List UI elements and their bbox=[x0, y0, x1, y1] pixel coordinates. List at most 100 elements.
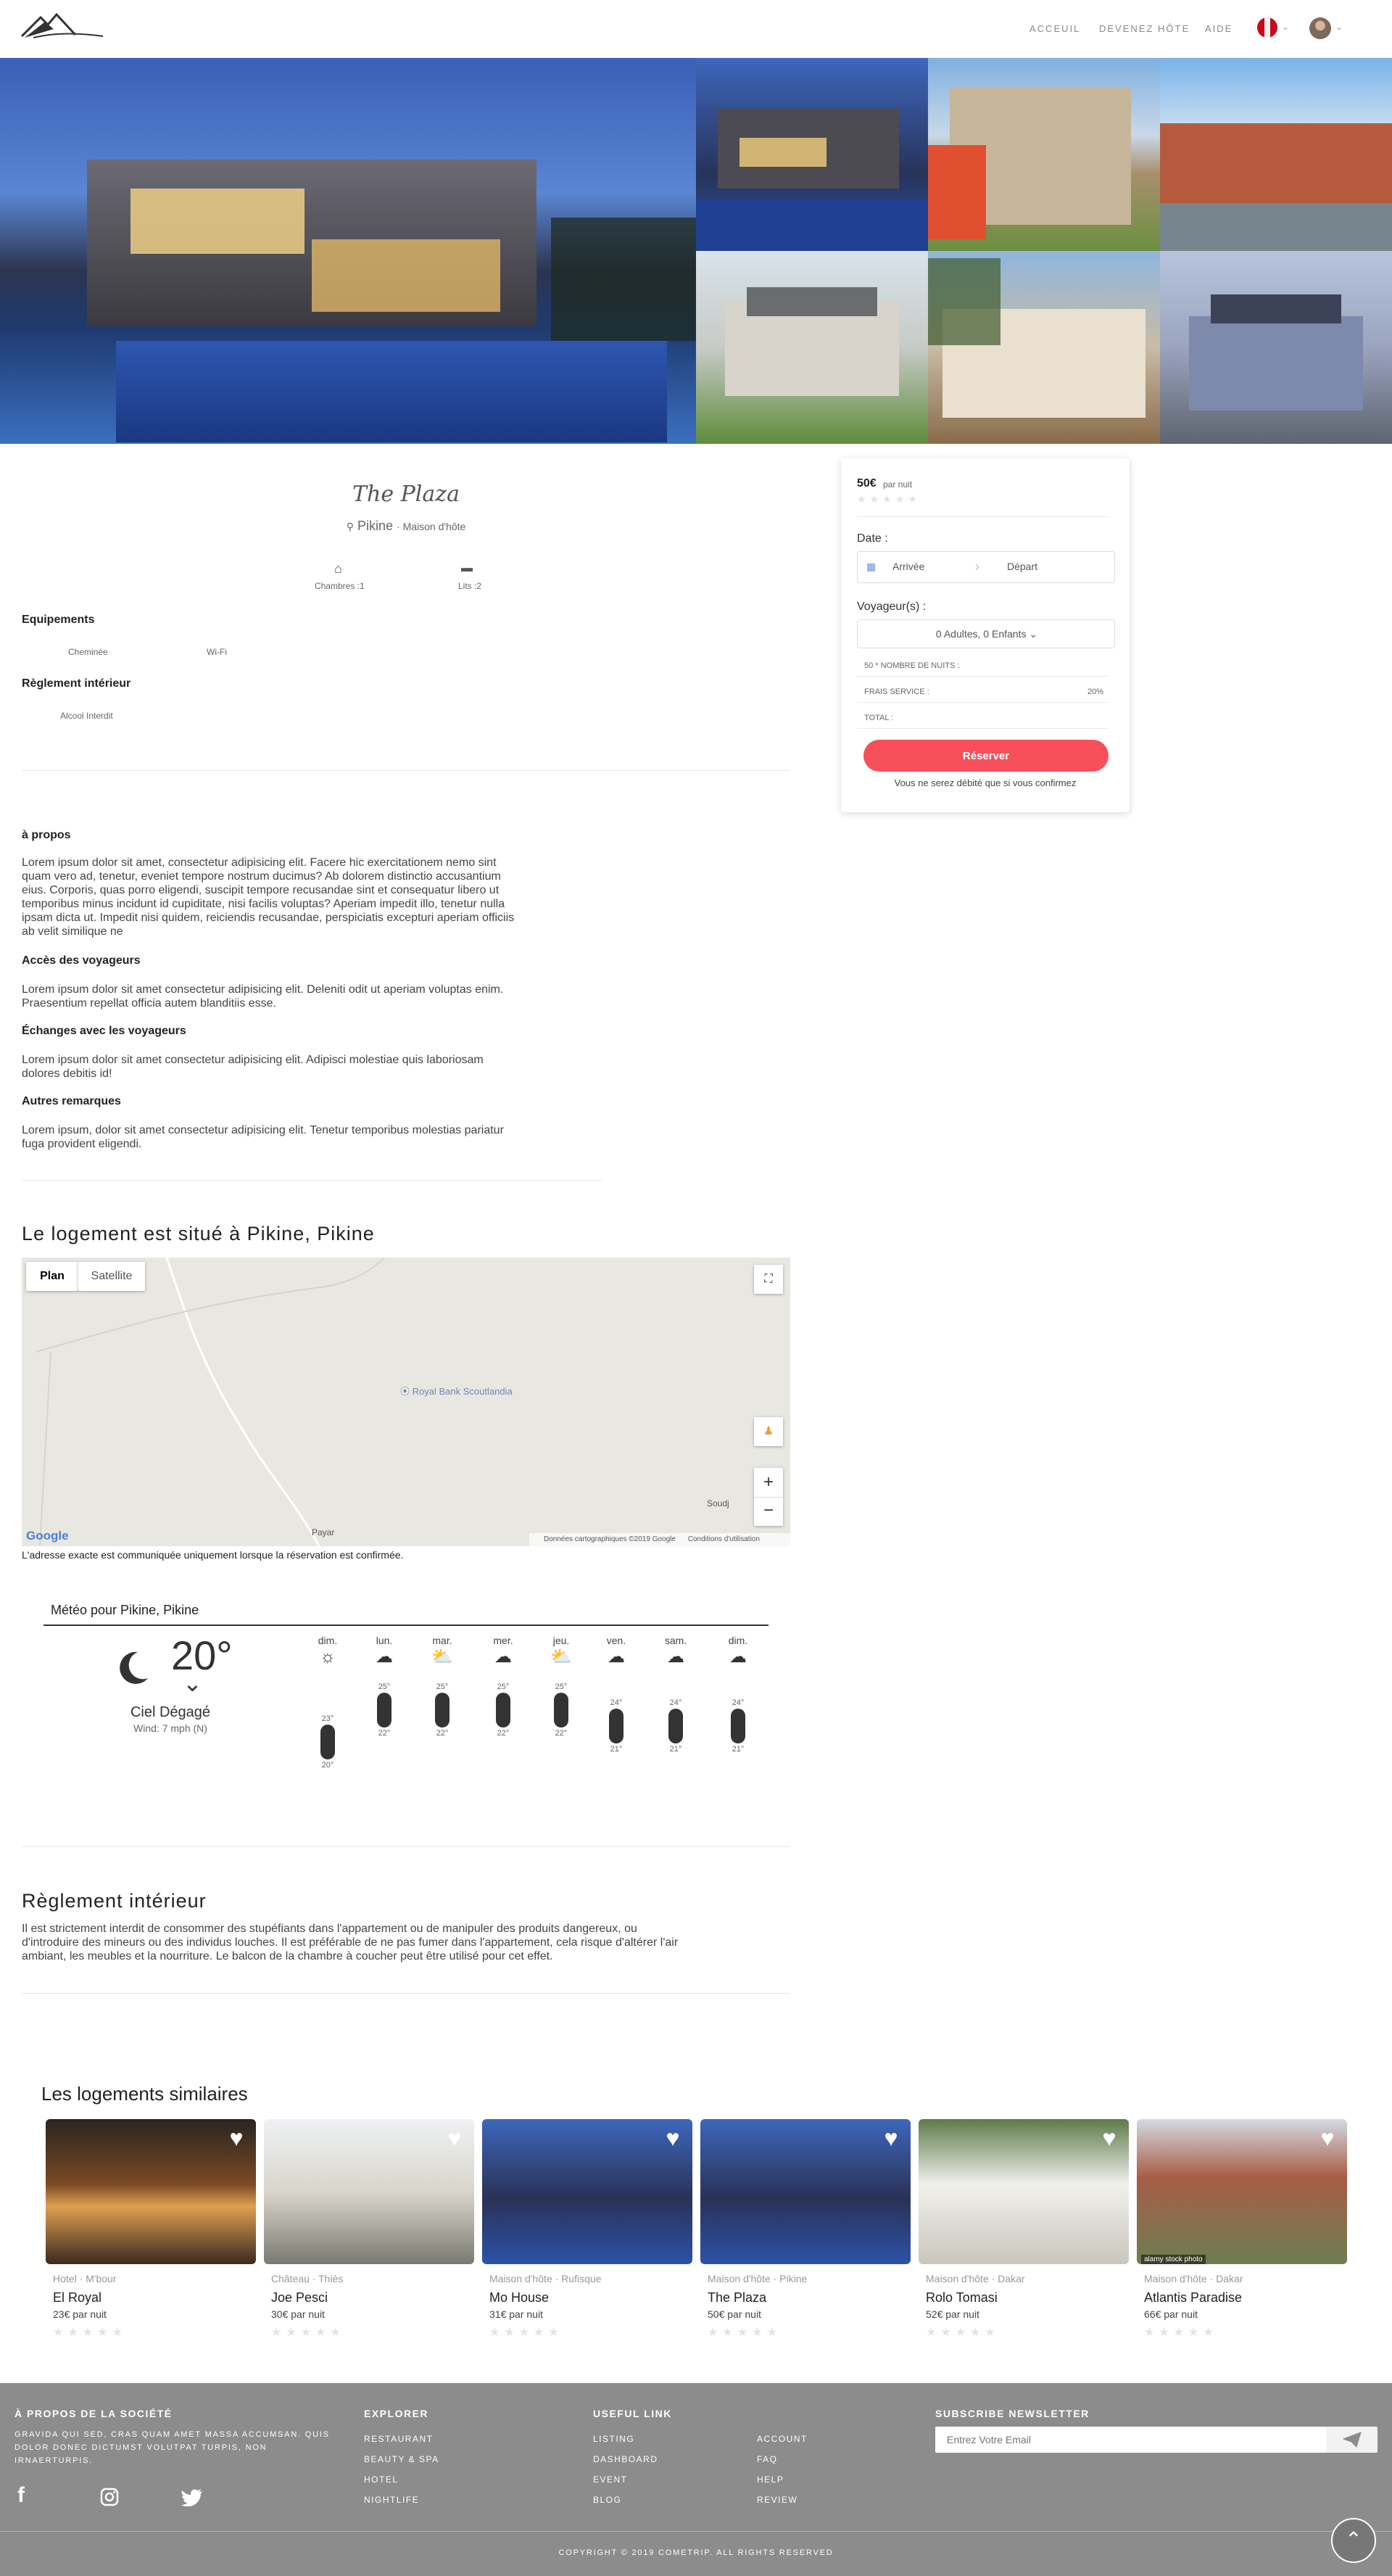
listing-photo[interactable]: ♥ bbox=[46, 2119, 256, 2264]
date-label: Date : bbox=[857, 532, 888, 545]
footer-link[interactable]: REVIEW bbox=[757, 2495, 798, 2505]
newsletter-submit-button[interactable] bbox=[1327, 2427, 1378, 2453]
forecast-day: dim. bbox=[728, 1635, 748, 1646]
footer-link[interactable]: NIGHTLIFE bbox=[364, 2495, 419, 2505]
chevron-down-icon[interactable]: ⌄ bbox=[1335, 22, 1343, 32]
nav-home[interactable]: ACCEUIL bbox=[1030, 23, 1080, 34]
map-poi[interactable]: ⦿ Royal Bank Scoutlandia bbox=[400, 1384, 513, 1398]
fullscreen-icon[interactable]: ⛶ bbox=[754, 1265, 783, 1294]
footer-link[interactable]: ACCOUNT bbox=[757, 2434, 808, 2444]
moon-cloud-icon: ☁ bbox=[729, 1647, 747, 1667]
moon-icon bbox=[120, 1651, 148, 1684]
footer-link[interactable]: LISTING bbox=[593, 2434, 634, 2444]
map-pin-icon: ⦿ bbox=[400, 1386, 410, 1397]
forecast-range-bar bbox=[320, 1725, 335, 1759]
map[interactable]: Plan Satellite ⛶ ⦿ Royal Bank Scoutlandi… bbox=[22, 1258, 790, 1546]
gallery-photo[interactable] bbox=[928, 58, 1160, 251]
listing-name[interactable]: Rolo Tomasi bbox=[926, 2290, 998, 2305]
footer-explorer-title: EXPLORER bbox=[364, 2408, 429, 2419]
avatar[interactable] bbox=[1309, 17, 1331, 39]
booking-card: 50€ par nuit ★★★★★ Date : ▦ Arrivée › Dé… bbox=[841, 458, 1130, 812]
footer-link[interactable]: HELP bbox=[757, 2474, 784, 2485]
listing-card[interactable]: ♥ alamy stock photo Maison d'hôte · Dakar A… bbox=[1137, 2119, 1347, 2344]
zoom-control: + − bbox=[754, 1468, 783, 1526]
forecast-day: sam. bbox=[664, 1635, 687, 1646]
listing-price: 52€ par nuit bbox=[926, 2308, 979, 2320]
zoom-in-icon[interactable]: + bbox=[754, 1468, 783, 1497]
scroll-top-button[interactable]: ⌃ bbox=[1331, 2518, 1376, 2563]
pegman-icon[interactable]: ♟ bbox=[754, 1417, 783, 1446]
listing-card[interactable]: ♥ Maison d'hôte · Pikine The Plaza 50€ par … bbox=[700, 2119, 911, 2344]
listing-name[interactable]: Atlantis Paradise bbox=[1144, 2290, 1242, 2305]
listing-name[interactable]: Mo House bbox=[489, 2290, 549, 2305]
forecast-high: 25° bbox=[555, 1683, 568, 1691]
listing-name[interactable]: The Plaza bbox=[708, 2290, 766, 2305]
listing-photo[interactable]: ♥ bbox=[264, 2119, 474, 2264]
language-flag-icon[interactable] bbox=[1257, 17, 1277, 38]
listing-name[interactable]: Joe Pesci bbox=[271, 2290, 328, 2305]
heart-icon[interactable]: ♥ bbox=[879, 2126, 903, 2150]
listing-photo[interactable]: ♥ alamy stock photo bbox=[1137, 2119, 1347, 2264]
map-satellite-button[interactable]: Satellite bbox=[78, 1262, 145, 1291]
map-plan-button[interactable]: Plan bbox=[26, 1262, 78, 1291]
divider bbox=[857, 516, 1109, 517]
facebook-icon[interactable]: f bbox=[17, 2483, 25, 2508]
footer-link[interactable]: BLOG bbox=[593, 2495, 621, 2505]
main-photo[interactable] bbox=[0, 58, 696, 444]
date-range-field[interactable]: ▦ Arrivée › Départ bbox=[857, 551, 1115, 583]
heart-icon[interactable]: ♥ bbox=[442, 2126, 467, 2150]
listing-category: Château · Thiès bbox=[271, 2273, 344, 2284]
chevron-down-icon[interactable]: ⌄ bbox=[1282, 22, 1289, 32]
rating-stars: ★★★★★ bbox=[857, 493, 921, 505]
heart-icon[interactable]: ♥ bbox=[1097, 2126, 1122, 2150]
rule-item: Alcool Interdit bbox=[60, 711, 113, 721]
footer-link[interactable]: DASHBOARD bbox=[593, 2454, 658, 2464]
heart-icon[interactable]: ♥ bbox=[1315, 2126, 1340, 2150]
footer-link[interactable]: FAQ bbox=[757, 2454, 778, 2464]
arrival-input[interactable]: Arrivée bbox=[892, 561, 924, 572]
departure-input[interactable]: Départ bbox=[1007, 561, 1037, 572]
map-terms-link[interactable]: Conditions d'utilisation bbox=[688, 1535, 760, 1543]
forecast-low: 21° bbox=[610, 1745, 623, 1754]
footer-link[interactable]: EVENT bbox=[593, 2474, 628, 2485]
fee-value: 20% bbox=[1088, 688, 1104, 696]
forecast-low: 22° bbox=[378, 1729, 391, 1738]
map-place: Soudj bbox=[707, 1498, 729, 1508]
photo-gallery bbox=[0, 58, 1392, 444]
instagram-icon[interactable] bbox=[100, 2488, 119, 2506]
listing-card[interactable]: ♥ Hotel · M'bour El Royal 23€ par nuit ★★★★★ bbox=[46, 2119, 256, 2344]
listing-price: 23€ par nuit bbox=[53, 2308, 107, 2320]
gallery-photo[interactable] bbox=[696, 58, 928, 251]
mountain-logo-icon[interactable] bbox=[19, 10, 106, 42]
listing-photo[interactable]: ♥ bbox=[482, 2119, 692, 2264]
reserve-button[interactable]: Réserver bbox=[863, 740, 1109, 772]
gallery-photo[interactable] bbox=[928, 251, 1160, 444]
listing-card[interactable]: ♥ Château · Thiès Joe Pesci 30€ par nuit ★★★… bbox=[264, 2119, 474, 2344]
gallery-photo[interactable] bbox=[1160, 58, 1392, 251]
price: 50€ bbox=[857, 477, 877, 490]
listing-card[interactable]: ♥ Maison d'hôte · Dakar Rolo Tomasi 52€ par… bbox=[919, 2119, 1129, 2344]
heart-icon[interactable]: ♥ bbox=[660, 2126, 685, 2150]
nav-help[interactable]: AIDE bbox=[1205, 23, 1232, 34]
zoom-out-icon[interactable]: − bbox=[754, 1497, 783, 1526]
footer-link[interactable]: RESTAURANT bbox=[364, 2434, 433, 2444]
listing-photo[interactable]: ♥ bbox=[700, 2119, 911, 2264]
divider bbox=[857, 728, 1109, 729]
listing-card[interactable]: ♥ Maison d'hôte · Rufisque Mo House 31€ par… bbox=[482, 2119, 692, 2344]
footer-newsletter-title: SUBSCRIBE NEWSLETTER bbox=[935, 2408, 1090, 2419]
newsletter-email-input[interactable] bbox=[935, 2427, 1327, 2453]
listing-name[interactable]: El Royal bbox=[53, 2290, 102, 2305]
nav-become-host[interactable]: DEVENEZ HÔTE bbox=[1099, 23, 1190, 34]
heart-icon[interactable]: ♥ bbox=[224, 2126, 249, 2150]
gallery-photo[interactable] bbox=[696, 251, 928, 444]
gallery-photo[interactable] bbox=[1160, 251, 1392, 444]
footer-link[interactable]: HOTEL bbox=[364, 2474, 399, 2485]
forecast-high: 23° bbox=[321, 1714, 334, 1723]
beds-count: Lits :2 bbox=[458, 581, 482, 591]
guests-select[interactable]: 0 Adultes, 0 Enfants ⌄ bbox=[857, 619, 1115, 648]
footer-link[interactable]: BEAUTY & SPA bbox=[364, 2454, 439, 2464]
listing-photo[interactable]: ♥ bbox=[919, 2119, 1129, 2264]
rating-stars: ★★★★★ bbox=[708, 2327, 782, 2339]
watermark: alamy stock photo bbox=[1141, 2255, 1206, 2264]
twitter-icon[interactable] bbox=[181, 2489, 203, 2506]
